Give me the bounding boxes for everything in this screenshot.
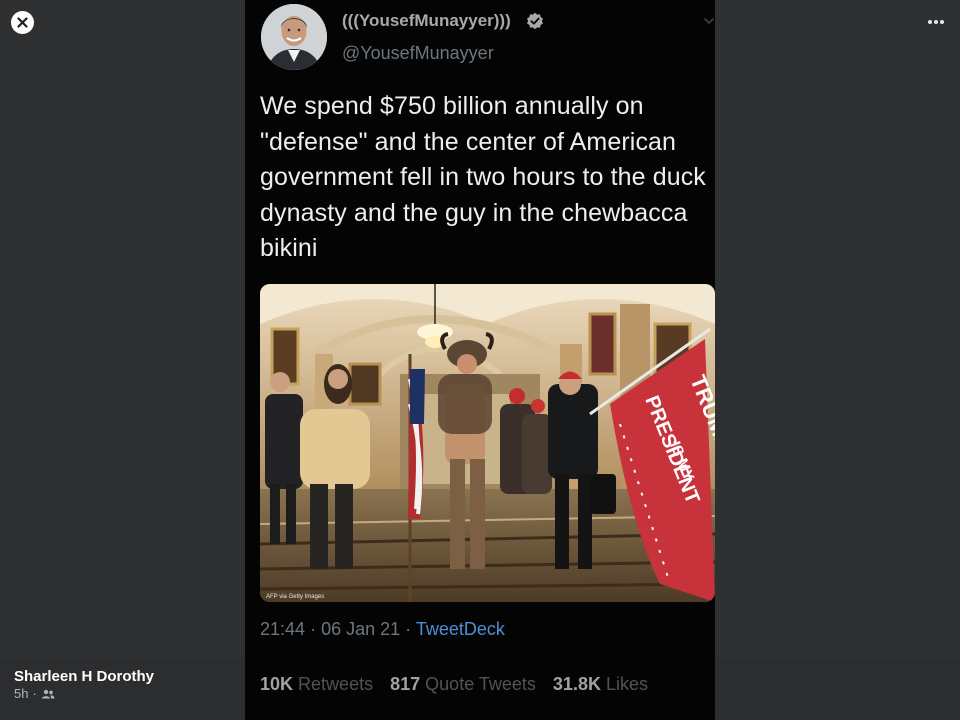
handle[interactable]: @YousefMunayyer xyxy=(342,43,494,64)
more-options-button[interactable] xyxy=(922,10,950,34)
friends-icon xyxy=(41,689,55,698)
tweet-photo[interactable]: TRUMP IS MY PRESIDENT AFP via Getty Imag… xyxy=(260,284,715,602)
avatar xyxy=(261,4,327,70)
post-meta: 5h · xyxy=(14,686,55,701)
tweet-source-link[interactable]: TweetDeck xyxy=(416,619,505,639)
close-button[interactable] xyxy=(11,11,34,34)
tweet-text: We spend $750 billion annually on "defen… xyxy=(260,92,706,262)
more-options-icon xyxy=(928,20,944,24)
post-time[interactable]: 5h xyxy=(14,686,28,701)
tweet-date: 06 Jan 21 xyxy=(321,619,401,639)
display-name[interactable]: (((YousefMunayyer))) xyxy=(342,11,511,31)
tweet-timestamp: 21:44 · 06 Jan 21 · TweetDeck xyxy=(260,619,505,639)
tweet-screenshot[interactable]: (((YousefMunayyer))) @YousefMunayyer We … xyxy=(245,0,715,720)
poster-name[interactable]: Sharleen H Dorothy xyxy=(14,668,154,685)
photo-credit: AFP via Getty Images xyxy=(266,594,324,600)
chevron-down-icon[interactable] xyxy=(703,16,715,26)
tweet-time: 21:44 xyxy=(260,619,306,639)
close-icon xyxy=(17,17,28,28)
verified-badge-icon xyxy=(527,12,543,30)
